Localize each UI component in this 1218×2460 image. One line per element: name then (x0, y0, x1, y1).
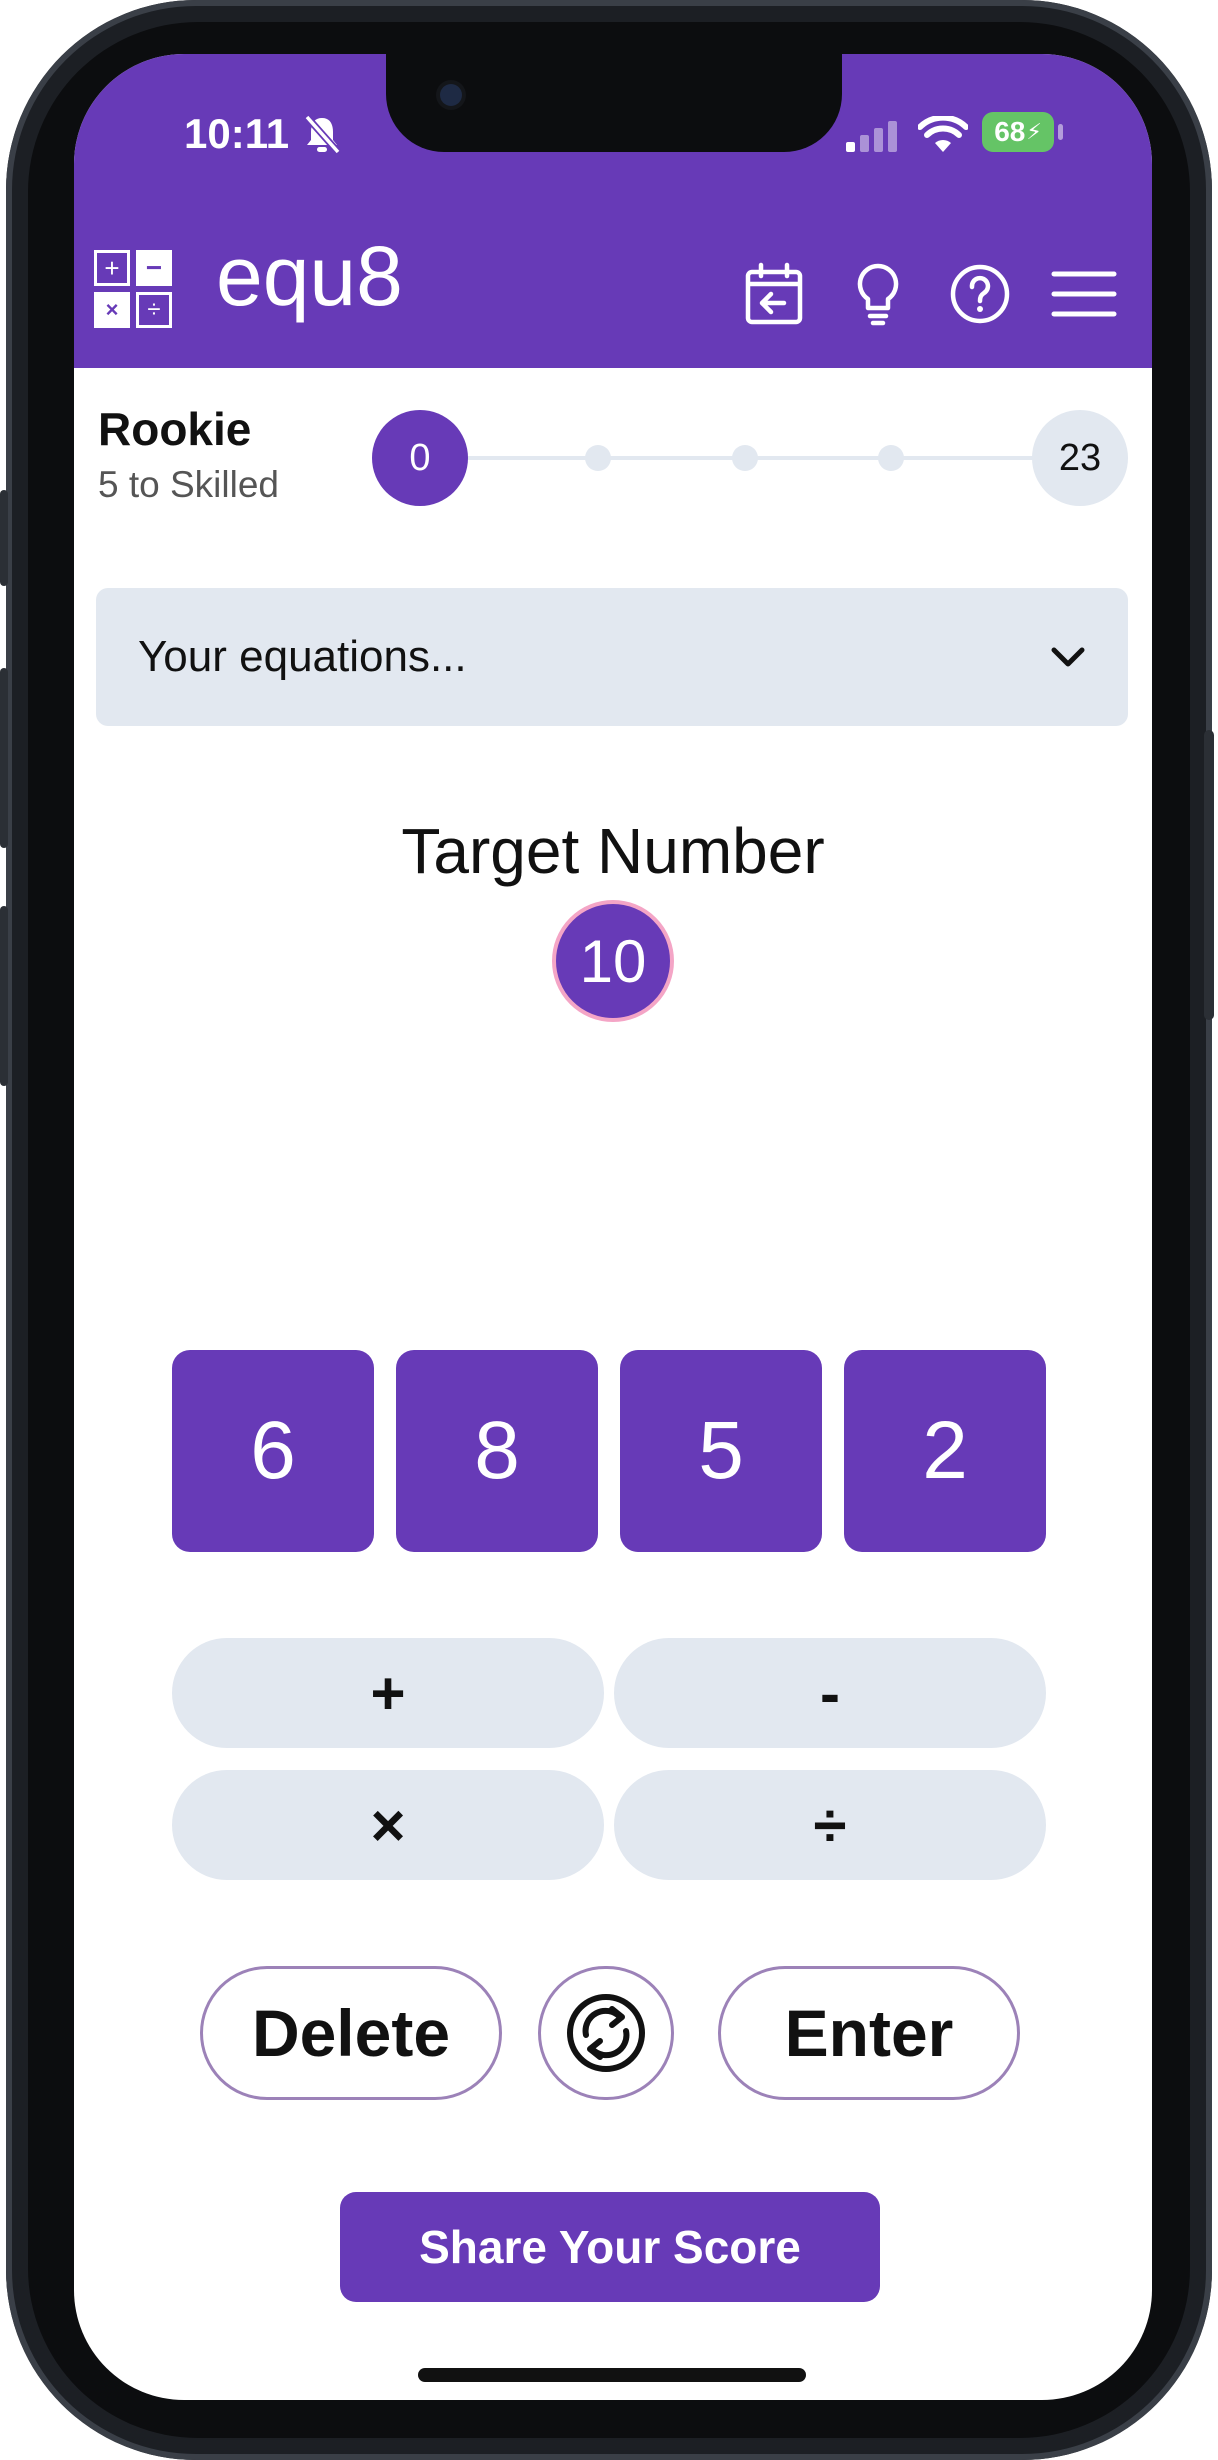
progress-milestone (732, 445, 758, 471)
refresh-icon (567, 1994, 645, 2072)
volume-down-button (0, 906, 8, 1086)
number-tile[interactable]: 5 (620, 1350, 822, 1552)
logo-plus: + (94, 250, 130, 286)
number-tile[interactable]: 2 (844, 1350, 1046, 1552)
charging-bolt-icon: ⚡ (1026, 119, 1042, 144)
logo-divide: ÷ (136, 292, 172, 328)
menu-icon[interactable] (1050, 260, 1118, 328)
calendar-back-icon[interactable] (740, 260, 808, 328)
divide-button[interactable]: ÷ (614, 1770, 1046, 1880)
bell-muted-icon (304, 114, 341, 155)
logo-minus: − (136, 250, 172, 286)
target-number-value: 10 (552, 900, 674, 1022)
volume-up-button (0, 668, 8, 848)
progress-milestone (878, 445, 904, 471)
current-score-bubble: 0 (372, 410, 468, 506)
progress-milestone (585, 445, 611, 471)
target-number-label: Target Number (401, 815, 825, 887)
share-score-button[interactable]: Share Your Score (340, 2192, 880, 2302)
front-camera (440, 84, 462, 106)
battery-tip (1058, 124, 1063, 140)
chevron-down-icon (1051, 647, 1085, 667)
mute-switch (0, 490, 8, 586)
logo-times: × (94, 292, 130, 328)
help-icon[interactable] (946, 260, 1014, 328)
level-subtitle: 5 to Skilled (98, 464, 279, 505)
home-indicator[interactable] (418, 2368, 806, 2382)
number-tile[interactable]: 8 (396, 1350, 598, 1552)
equations-dropdown[interactable]: Your equations... (96, 588, 1128, 726)
power-button (1204, 730, 1214, 1020)
level-title: Rookie (98, 403, 252, 455)
goal-score-bubble: 23 (1032, 410, 1128, 506)
equations-dropdown-label: Your equations... (138, 632, 467, 681)
wifi-icon (918, 116, 968, 152)
enter-button[interactable]: Enter (718, 1966, 1020, 2100)
lightbulb-icon[interactable] (844, 260, 912, 328)
multiply-button[interactable]: × (172, 1770, 604, 1880)
reset-button[interactable] (538, 1966, 674, 2100)
battery-level: 68 (994, 116, 1026, 147)
number-tile[interactable]: 6 (172, 1350, 374, 1552)
battery-indicator: 68 ⚡ (982, 112, 1054, 152)
app-title: equ8 (216, 229, 403, 323)
app-logo: + − × ÷ (94, 250, 174, 330)
plus-button[interactable]: + (172, 1638, 604, 1748)
status-time: 10:11 (184, 110, 290, 157)
delete-button[interactable]: Delete (200, 1966, 502, 2100)
minus-button[interactable]: - (614, 1638, 1046, 1748)
signal-icon (846, 121, 897, 152)
app-screen: 10:11 68 ⚡ + − × ÷ equ8 Rookie 5 to Skil… (74, 54, 1152, 2400)
